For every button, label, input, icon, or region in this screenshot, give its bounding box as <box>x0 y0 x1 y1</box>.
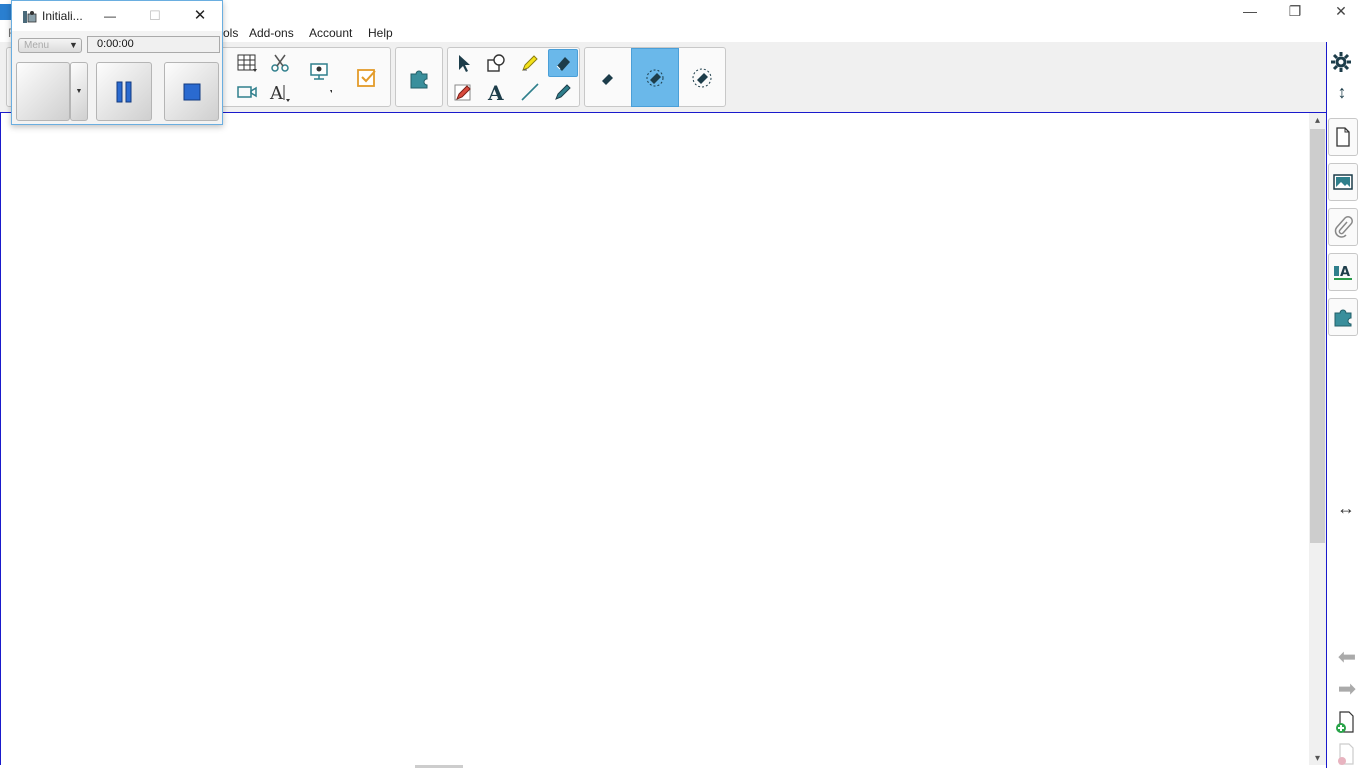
add-page-icon[interactable] <box>1334 710 1358 736</box>
chevron-down-icon: ▼ <box>75 88 83 95</box>
shapes-icon[interactable] <box>481 49 511 77</box>
gallery-icon[interactable] <box>1328 163 1358 201</box>
scrollbar-thumb[interactable] <box>1310 129 1325 543</box>
record-options-dropdown[interactable]: ▼ <box>70 62 88 121</box>
scissors-icon[interactable] <box>265 49 295 77</box>
delete-page-icon[interactable] <box>1334 742 1358 768</box>
recorder-menu-label: Menu <box>24 40 50 51</box>
table-icon[interactable] <box>232 49 262 77</box>
text-recognition-icon[interactable]: A <box>265 78 295 106</box>
menu-tools[interactable]: ols <box>223 26 238 40</box>
svg-text:A: A <box>487 81 504 103</box>
recorder-title: Initiali... <box>42 9 83 23</box>
chevron-down-icon: ▼ <box>69 40 78 50</box>
eraser-icon[interactable] <box>548 49 578 77</box>
settings-gear-icon[interactable] <box>1326 47 1356 77</box>
highlighter-icon[interactable] <box>515 49 545 77</box>
record-button[interactable] <box>16 62 70 121</box>
pause-icon <box>116 81 132 102</box>
screen-capture-icon[interactable] <box>304 63 334 93</box>
video-icon[interactable] <box>232 78 262 106</box>
attachments-icon[interactable] <box>1328 208 1358 246</box>
recorder-close-button[interactable]: ✕ <box>187 6 213 26</box>
stop-button[interactable] <box>164 62 219 121</box>
menu-account[interactable]: Account <box>309 26 352 40</box>
properties-icon[interactable]: A <box>1328 253 1358 291</box>
move-toolbar-icon[interactable]: ↕ <box>1330 80 1354 104</box>
menu-help[interactable]: Help <box>368 26 393 40</box>
next-page-icon[interactable]: ➡ <box>1333 677 1361 701</box>
scroll-up-arrow[interactable]: ▴ <box>1311 114 1324 128</box>
eraser-large-icon[interactable] <box>684 50 720 106</box>
checklist-icon[interactable] <box>352 64 382 92</box>
stop-icon <box>183 83 200 100</box>
swap-sidebar-icon[interactable]: ↔ <box>1333 498 1359 518</box>
previous-page-icon[interactable]: ⬅ <box>1333 645 1361 669</box>
menu-addons[interactable]: Add-ons <box>249 26 294 40</box>
window-minimize-button[interactable]: — <box>1227 0 1273 22</box>
pause-button[interactable] <box>96 62 152 121</box>
recorder-window: Initiali... — ☐ ✕ Menu ▼ 0:00:00 ▼ <box>11 0 223 125</box>
window-restore-button[interactable]: ❐ <box>1272 0 1318 22</box>
recorder-timer: 0:00:00 <box>87 36 220 53</box>
page-sorter-icon[interactable] <box>1328 118 1358 156</box>
svg-text:A: A <box>1340 265 1350 280</box>
recorder-app-icon <box>22 9 38 25</box>
pen-icon[interactable] <box>548 78 578 106</box>
scroll-down-arrow[interactable]: ▾ <box>1311 752 1324 766</box>
line-icon[interactable] <box>515 78 545 106</box>
select-arrow-icon[interactable] <box>448 49 478 77</box>
recorder-menu-dropdown[interactable]: Menu ▼ <box>18 38 82 53</box>
addon-puzzle-icon[interactable] <box>404 64 434 92</box>
addons-icon[interactable] <box>1328 298 1358 336</box>
window-close-button[interactable]: ✕ <box>1318 0 1364 22</box>
recorder-minimize-button[interactable]: — <box>97 6 123 26</box>
text-icon[interactable]: A <box>481 78 511 106</box>
recorder-maximize-button[interactable]: ☐ <box>142 6 168 26</box>
eraser-medium-icon[interactable] <box>631 48 679 107</box>
svg-text:A: A <box>269 83 284 102</box>
eraser-small-icon[interactable] <box>590 50 624 106</box>
whiteboard-canvas[interactable] <box>0 113 1310 765</box>
magic-pen-icon[interactable] <box>448 78 478 106</box>
